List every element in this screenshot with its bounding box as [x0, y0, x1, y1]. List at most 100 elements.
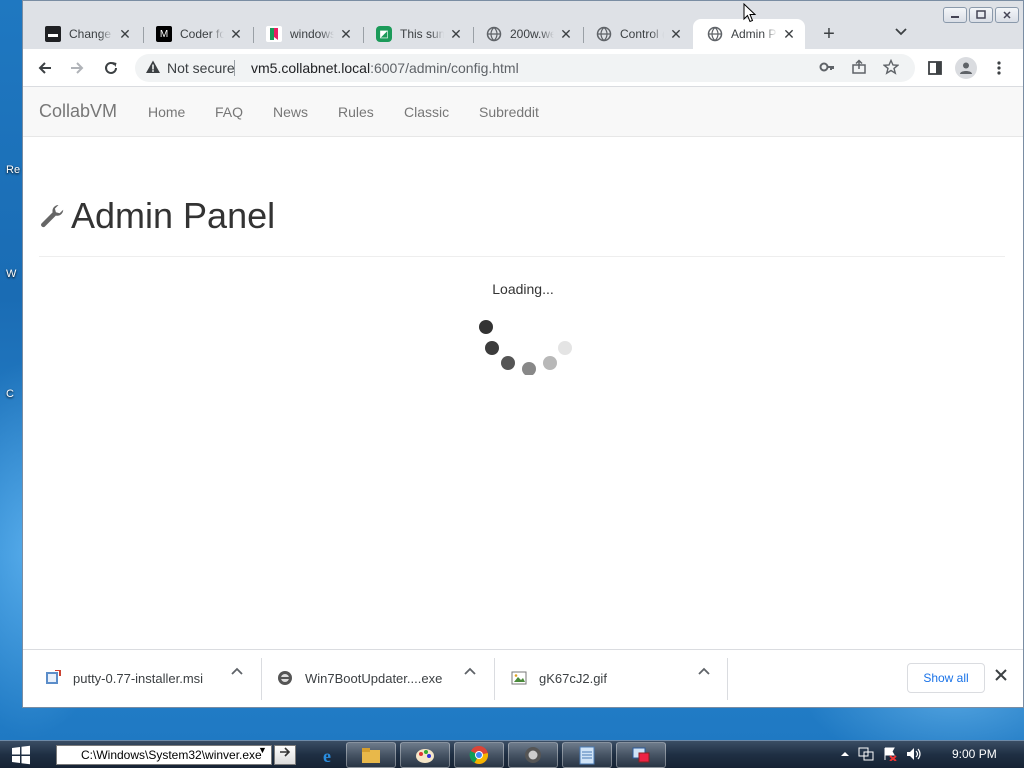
download-filename: Win7BootUpdater....exe — [305, 670, 443, 686]
new-tab-button[interactable]: + — [817, 23, 841, 46]
url-host: vm5.collabnet.local — [251, 60, 371, 76]
menu-icon[interactable] — [987, 57, 1011, 79]
page-header: Admin Panel — [39, 195, 275, 237]
close-tab-icon[interactable]: ✕ — [668, 26, 684, 43]
windows-start-icon[interactable] — [10, 745, 32, 765]
taskbar-app-network[interactable] — [616, 742, 666, 768]
bookmark-star-icon[interactable] — [882, 58, 900, 78]
download-filename: putty-0.77-installer.msi — [73, 670, 204, 686]
loading-spinner-icon — [479, 320, 572, 375]
brand-link[interactable]: CollabVM — [39, 101, 117, 122]
tab[interactable]: Control ( ✕ — [582, 19, 692, 49]
app-icon: ◩ — [376, 26, 392, 42]
taskbar-app-paint[interactable] — [400, 742, 450, 768]
paint-icon — [416, 749, 434, 763]
close-tab-icon[interactable]: ✕ — [558, 26, 574, 43]
globe-icon — [596, 26, 612, 42]
tab-strip: ▬ Change ✕ M Coder fo ✕ windows ✕ ◩ This… — [23, 15, 1023, 49]
tab[interactable]: M Coder fo ✕ — [142, 19, 252, 49]
wrench-icon — [41, 204, 64, 228]
loading-text: Loading... — [492, 281, 554, 297]
close-tab-icon[interactable]: ✕ — [448, 26, 464, 43]
taskbar-app-notepad[interactable] — [562, 742, 612, 768]
system-tray — [840, 747, 922, 764]
nav-link-classic[interactable]: Classic — [404, 104, 449, 120]
nav-link-rules[interactable]: Rules — [338, 104, 374, 120]
taskbar-app-explorer[interactable] — [346, 742, 396, 768]
chrome-icon — [469, 746, 489, 765]
exe-icon — [278, 671, 292, 685]
taskbar: C:\Windows\System32\winver.exe ▼ e 9:00 … — [0, 740, 1024, 768]
person-icon — [960, 62, 972, 74]
url-text[interactable]: vm5.collabnet.local:6007/admin/config.ht… — [251, 60, 519, 76]
address-bar[interactable]: Not secure vm5.collabnet.local:6007/admi… — [135, 54, 915, 82]
warning-icon[interactable] — [145, 59, 161, 78]
reload-icon[interactable] — [99, 57, 123, 79]
tab-title: Change — [69, 27, 112, 41]
site-navbar: CollabVM Home FAQ News Rules Classic Sub… — [23, 87, 1023, 137]
arrow-right-icon — [280, 747, 291, 757]
chevron-up-icon[interactable] — [231, 664, 243, 678]
tab-search-icon[interactable] — [895, 25, 907, 39]
network-tray-icon[interactable] — [858, 747, 874, 764]
close-tab-icon[interactable]: ✕ — [781, 26, 797, 43]
omnibox-separator — [234, 60, 235, 76]
globe-icon — [486, 26, 502, 42]
forward-icon[interactable] — [65, 57, 89, 79]
close-shelf-icon[interactable] — [995, 668, 1007, 686]
close-tab-icon[interactable]: ✕ — [228, 26, 244, 43]
tab[interactable]: ▬ Change ✕ — [31, 19, 141, 49]
go-button[interactable] — [274, 745, 296, 765]
tab-active[interactable]: Admin P ✕ — [693, 19, 805, 49]
taskbar-clock[interactable]: 9:00 PM — [952, 747, 997, 761]
volume-icon[interactable] — [906, 747, 922, 764]
key-icon[interactable] — [819, 59, 835, 78]
header-divider — [39, 256, 1005, 257]
taskbar-app-chrome[interactable] — [454, 742, 504, 768]
image-file-icon — [511, 671, 527, 685]
bookmark-icon — [266, 26, 282, 42]
download-item[interactable]: Win7BootUpdater....exe — [277, 656, 442, 700]
tray-arrow-icon[interactable] — [840, 747, 850, 764]
tab[interactable]: windows ✕ — [252, 19, 362, 49]
desktop-icon-label[interactable]: C — [6, 388, 14, 400]
tab-title: This sum — [400, 27, 444, 41]
download-item[interactable]: putty-0.77-installer.msi — [45, 656, 203, 700]
security-label[interactable]: Not secure — [167, 60, 235, 76]
desktop-icon-label[interactable]: Re — [6, 164, 20, 176]
download-separator — [494, 658, 495, 700]
side-panel-icon[interactable] — [923, 57, 947, 79]
download-item[interactable]: gK67cJ2.gif — [511, 656, 607, 700]
download-shelf: putty-0.77-installer.msi Win7BootUpdater… — [23, 649, 1023, 707]
tab[interactable]: ◩ This sum ✕ — [362, 19, 472, 49]
explorer-icon — [362, 748, 380, 763]
download-separator — [261, 658, 262, 700]
profile-avatar[interactable] — [955, 57, 977, 79]
url-path: :6007/admin/config.html — [370, 60, 519, 76]
nav-link-subreddit[interactable]: Subreddit — [479, 104, 539, 120]
back-icon[interactable] — [33, 57, 57, 79]
taskbar-app-vm[interactable] — [508, 742, 558, 768]
close-tab-icon[interactable]: ✕ — [117, 26, 133, 43]
globe-icon — [707, 26, 723, 42]
terminal-icon: ▬ — [45, 26, 61, 42]
page-title: Admin Panel — [71, 195, 276, 236]
svg-text:e: e — [323, 746, 331, 765]
chevron-up-icon[interactable] — [464, 664, 476, 678]
tab[interactable]: 200w.we ✕ — [472, 19, 582, 49]
installer-icon — [46, 670, 61, 684]
nav-link-home[interactable]: Home — [148, 104, 185, 120]
show-all-button[interactable]: Show all — [907, 663, 985, 693]
tab-title: Coder fo — [180, 27, 224, 41]
nav-link-news[interactable]: News — [273, 104, 308, 120]
chevron-up-icon[interactable] — [698, 664, 710, 678]
desktop-icon-label[interactable]: W — [6, 268, 16, 280]
action-center-icon[interactable] — [882, 747, 898, 764]
nav-link-faq[interactable]: FAQ — [215, 104, 243, 120]
run-address-input[interactable]: C:\Windows\System32\winver.exe — [56, 745, 272, 765]
download-filename: gK67cJ2.gif — [539, 670, 607, 686]
close-tab-icon[interactable]: ✕ — [338, 26, 354, 43]
dropdown-arrow-icon[interactable]: ▼ — [258, 745, 267, 755]
share-icon[interactable] — [851, 59, 867, 78]
browser-toolbar: Not secure vm5.collabnet.local:6007/admi… — [23, 49, 1023, 87]
